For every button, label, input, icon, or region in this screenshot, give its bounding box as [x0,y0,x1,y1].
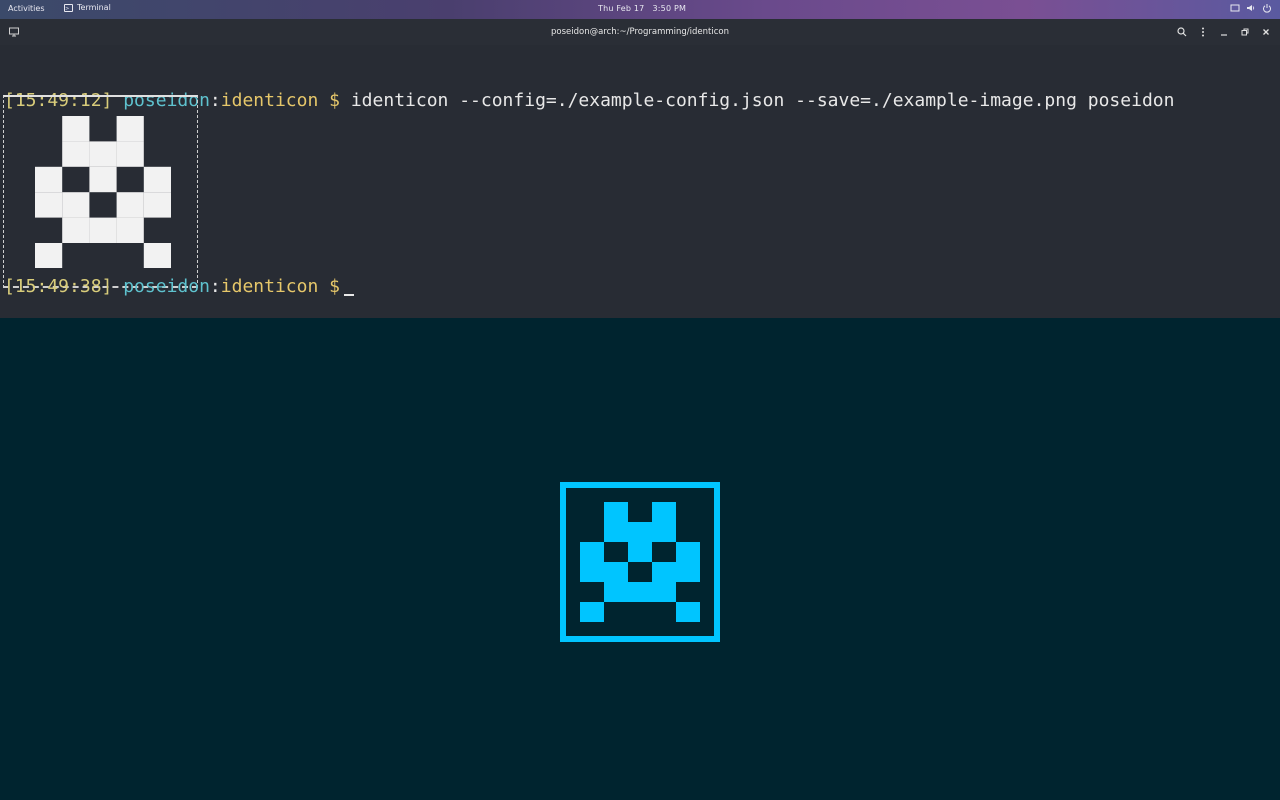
app-menu[interactable]: >_ Terminal [64,3,111,12]
identicon-cell [89,166,117,193]
activities-button[interactable]: Activities [8,4,45,13]
identicon-cell [628,522,652,542]
identicon-cell [580,542,604,562]
close-icon [1263,29,1269,35]
identicon-cell [580,562,604,582]
identicon-cell [628,582,652,602]
identicon-cell [676,562,700,582]
identicon-image [580,502,700,622]
prompt-timestamp: [15:49:38] [4,276,113,297]
identicon-cell [604,502,628,522]
prompt-directory: identicon [220,276,319,297]
identicon-cell [116,217,144,243]
identicon-image-preview [560,482,720,642]
search-icon [1177,27,1187,37]
identicon-cell [143,166,171,193]
identicon-cell [580,602,604,622]
identicon-cell [676,542,700,562]
identicon-cell [62,217,90,243]
identicon-cell [652,522,676,542]
identicon-cell [89,141,117,167]
identicon-cell [652,502,676,522]
identicon-cell [652,582,676,602]
identicon-cell [116,141,144,167]
terminal-window[interactable]: poseidon@arch:~/Programming/identicon [1… [0,19,1280,318]
system-tray[interactable] [1230,3,1272,13]
identicon-cell [143,243,171,268]
command-text: identicon --config=./example-config.json… [350,90,1175,111]
prompt-separator: : [209,276,221,297]
prompt-separator: : [209,90,221,111]
identicon-cell [652,562,676,582]
clock[interactable]: Thu Feb 17 3:50 PM [598,4,686,13]
prompt-directory: identicon [220,90,319,111]
menu-button[interactable] [1195,24,1211,40]
prompt-user: poseidon [123,276,210,297]
terminal-icon: >_ [64,3,73,12]
clock-date: Thu Feb 17 [598,4,645,13]
identicon-cell [604,522,628,542]
close-button[interactable] [1258,24,1274,40]
screen-icon[interactable] [1230,3,1240,13]
clock-time: 3:50 PM [652,4,687,13]
restore-icon [1241,28,1249,36]
identicon-cell [143,192,171,218]
window-titlebar[interactable]: poseidon@arch:~/Programming/identicon [0,19,1280,45]
window-title: poseidon@arch:~/Programming/identicon [550,27,729,37]
command-line-2[interactable]: [15:49:38] poseidon:identicon $ [4,275,354,299]
menu-icon [1202,27,1204,37]
identicon-cell [89,217,117,243]
minimize-button[interactable] [1216,24,1232,40]
app-name: Terminal [77,3,111,12]
identicon-cell [35,166,63,193]
restore-button[interactable] [1237,24,1253,40]
identicon-cell [116,116,144,142]
prompt-symbol: $ [329,276,340,297]
text-cursor [344,294,354,296]
prompt-symbol: $ [329,90,340,111]
minimize-icon [1221,34,1227,36]
power-icon[interactable] [1262,3,1272,13]
identicon-cell [604,562,628,582]
identicon-cell [628,542,652,562]
ascii-identicon [35,116,171,268]
identicon-cell [35,243,63,268]
identicon-cell [62,116,90,142]
search-button[interactable] [1174,24,1190,40]
volume-icon[interactable] [1246,3,1256,13]
identicon-cell [35,192,63,218]
identicon-cell [604,582,628,602]
identicon-cell [62,192,90,218]
top-bar: Activities >_ Terminal Thu Feb 17 3:50 PM [0,0,1280,19]
identicon-cell [676,602,700,622]
identicon-cell [116,192,144,218]
identicon-cell [62,141,90,167]
